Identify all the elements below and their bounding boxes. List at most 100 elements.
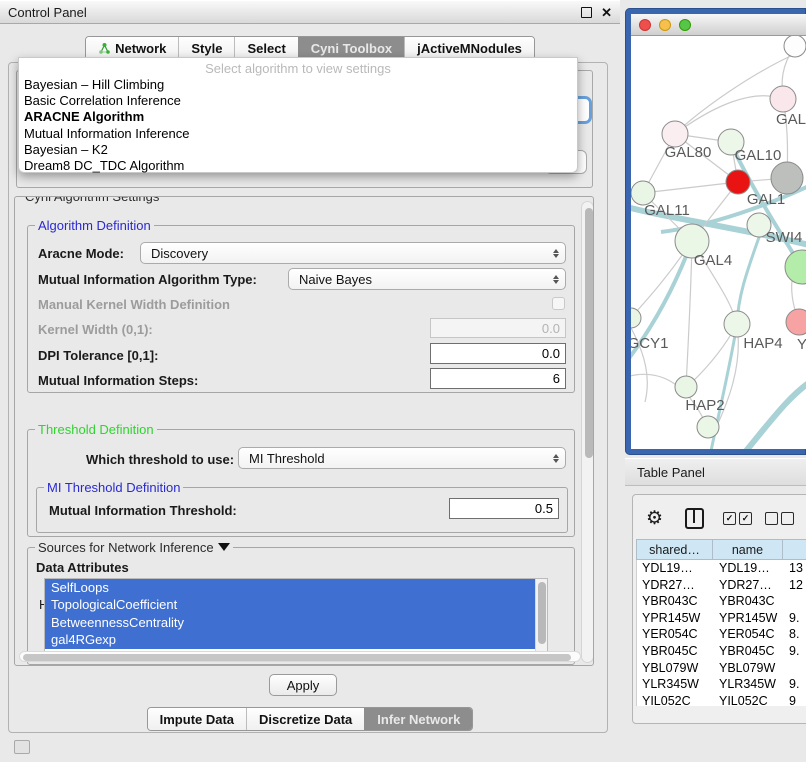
mi-type-select[interactable]: Naive Bayes [288,268,566,290]
network-node-label: GAL1 [747,191,785,208]
network-edge[interactable] [686,241,692,387]
dropdown-item[interactable]: Dream8 DC_TDC Algorithm [19,158,577,174]
network-node-label: GAL4 [694,252,732,269]
table-cell [784,660,806,677]
network-node[interactable] [697,416,719,438]
table-cell: YER054C [714,626,784,643]
table-toolbar: ⚙ ✓✓ [633,505,806,531]
network-edge[interactable] [643,182,738,193]
table-cell: YIL052C [637,693,714,706]
manual-kernel-checkbox[interactable] [552,297,565,310]
dropdown-item[interactable]: Mutual Information Inference [19,126,577,142]
network-node-label: Y [797,336,806,353]
network-node-label: HAP4 [743,335,782,352]
threshold-definition-title: Threshold Definition [35,422,157,437]
attribute-list-item[interactable]: gal4RGexp [45,631,547,648]
which-threshold-select[interactable]: MI Threshold [238,447,566,469]
close-icon[interactable]: ✕ [601,6,612,19]
mi-threshold-definition-title: MI Threshold Definition [44,480,183,495]
table-cell: YIL052C [714,693,784,706]
table-row[interactable]: YBR045CYBR045C9. [637,643,806,660]
tab-discretize-data[interactable]: Discretize Data [246,708,364,730]
table-column-header[interactable]: A [783,539,806,560]
table-row[interactable]: YBR043CYBR043C [637,593,806,610]
unchecked-pair-icon[interactable] [765,512,794,525]
tab-infer-network[interactable]: Infer Network [364,708,472,730]
network-canvas[interactable]: GALGAL80GAL10GAL1GAL11GAL4SWI4GCY1HAP4YH… [631,36,806,449]
split-columns-icon[interactable] [685,508,704,529]
attribute-list-item[interactable]: SelfLoops [45,579,547,596]
dropdown-placeholder: Select algorithm to view settings [19,61,577,77]
network-node[interactable] [784,36,806,57]
aracne-mode-select[interactable]: Discovery [140,242,566,264]
table-row[interactable]: YDL19…YDL19…13 [637,560,806,577]
dropdown-items: Bayesian – Hill ClimbingBasic Correlatio… [19,77,577,174]
settings-horizontal-scrollbar[interactable] [19,651,581,662]
bottom-tab-bar: Impute Data Discretize DataInfer Network [147,707,474,731]
checked-pair-icon[interactable]: ✓✓ [723,512,752,525]
table-cell: YLR345W [637,676,714,693]
tab-network[interactable]: Network [86,37,178,59]
network-node-gcy1[interactable] [631,308,641,328]
table-row[interactable]: YER054CYER054C8. [637,626,806,643]
network-node-y[interactable] [786,309,806,335]
close-traffic-light-icon[interactable] [639,19,651,31]
table-row[interactable]: YBL079WYBL079W [637,660,806,677]
mi-threshold-field[interactable]: 0.5 [449,498,559,519]
node-table[interactable]: shared…nameA YDL19…YDL19…13YDR27…YDR27…1… [636,539,806,706]
collapse-arrow-icon[interactable] [218,543,230,551]
floating-window-icon[interactable] [14,740,30,754]
table-cell: YDL19… [714,560,784,577]
algorithm-definition-title: Algorithm Definition [35,218,154,233]
network-node[interactable] [771,162,803,194]
table-row[interactable]: YIL052CYIL052C9 [637,693,806,706]
table-cell: YER054C [637,626,714,643]
control-panel-titlebar: Control Panel ✕ [0,0,620,24]
network-edge[interactable] [746,380,806,449]
gear-icon[interactable]: ⚙ [646,509,663,528]
dropdown-item[interactable]: Bayesian – K2 [19,142,577,158]
minimize-traffic-light-icon[interactable] [659,19,671,31]
float-window-icon[interactable] [581,7,592,18]
tab-select[interactable]: Select [234,37,297,59]
control-panel-title: Control Panel [8,5,87,20]
zoom-traffic-light-icon[interactable] [679,19,691,31]
threshold-definition-group: Threshold Definition Which threshold to … [27,429,575,537]
network-node-label: GAL11 [644,202,690,219]
dropdown-item[interactable]: ARACNE Algorithm [19,109,577,125]
tab-jactivemnodules[interactable]: jActiveMNodules [404,37,534,59]
network-window-titlebar[interactable] [631,14,806,36]
tab-impute-data[interactable]: Impute Data [148,708,246,730]
table-cell: 9. [784,643,806,660]
dropdown-item[interactable]: Bayesian – Hill Climbing [19,77,577,93]
aracne-mode-value: Discovery [151,246,208,261]
network-edge[interactable] [675,96,783,134]
table-column-header[interactable]: shared… [636,539,713,560]
table-column-header[interactable]: name [713,539,783,560]
attributes-vertical-scrollbar[interactable] [535,579,547,652]
data-attributes-list[interactable]: SelfLoopsTopologicalCoefficientBetweenne… [44,578,548,652]
table-panel-body: ⚙ ✓✓ shared…nameA YDL19…YDL19…13YDR27…YD… [632,494,806,724]
network-node-hap4[interactable] [724,311,750,337]
settings-vertical-scrollbar[interactable] [581,201,594,663]
sources-group-title: Sources for Network Inference [35,540,233,555]
attribute-list-item[interactable]: TopologicalCoefficient [45,596,547,613]
table-panel-title: Table Panel [637,465,705,480]
tab-cyni-toolbox[interactable]: Cyni Toolbox [298,37,404,59]
table-row[interactable]: YLR345WYLR345W9. [637,676,806,693]
apply-button[interactable]: Apply [269,674,337,696]
dropdown-item[interactable]: Basic Correlation Inference [19,93,577,109]
mi-steps-field[interactable]: 6 [430,368,566,389]
table-row[interactable]: YDR27…YDR27…12 [637,577,806,594]
network-node-hap2[interactable] [675,376,697,398]
network-node-gal[interactable] [770,86,796,112]
stepper-icon [553,454,559,463]
data-attributes-label: Data Attributes [36,560,129,575]
dpi-tolerance-field[interactable]: 0.0 [430,343,566,364]
table-row[interactable]: YPR145WYPR145W9. [637,610,806,627]
tab-label: Impute Data [160,712,234,727]
attribute-list-item[interactable]: BetweennessCentrality [45,614,547,631]
which-threshold-label: Which threshold to use: [86,452,234,467]
tab-style[interactable]: Style [178,37,234,59]
network-node[interactable] [785,250,806,284]
